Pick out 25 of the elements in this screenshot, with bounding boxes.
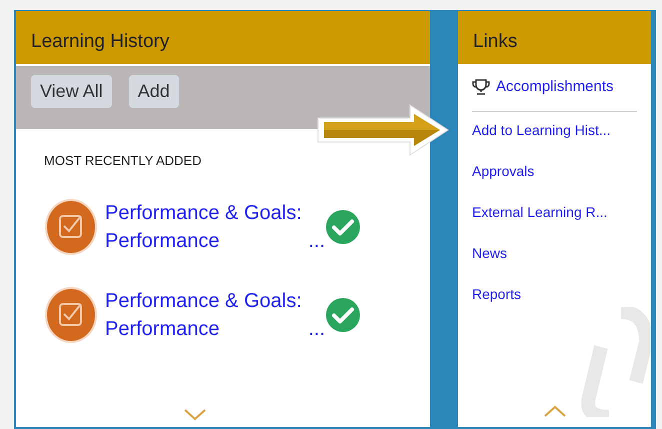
link-item[interactable]: News xyxy=(472,242,637,264)
toolbar-button[interactable]: View All xyxy=(31,75,112,108)
card-title: Learning History xyxy=(31,30,170,54)
card-title: Links xyxy=(473,30,518,54)
link-item[interactable]: Reports xyxy=(472,284,637,304)
toolbar-button[interactable]: Add xyxy=(128,75,179,108)
chevron-down-icon[interactable] xyxy=(184,409,206,421)
item-title: Performance & Goals: xyxy=(105,200,303,226)
item-subtitle: Performance xyxy=(105,316,220,342)
link-item[interactable]: Approvals xyxy=(472,160,637,182)
chevron-up-icon[interactable] xyxy=(544,405,566,417)
task-checkbox-icon xyxy=(44,286,98,344)
ellipsis: ... xyxy=(308,228,325,254)
section-label: MOST RECENTLY ADDED xyxy=(44,152,202,170)
task-checkbox-icon xyxy=(44,198,98,256)
link-item[interactable]: Add to Learning Hist... xyxy=(472,120,637,140)
item-title: Performance & Goals: xyxy=(105,288,303,314)
accomplishments-link[interactable]: Accomplishments xyxy=(496,76,614,98)
item-subtitle: Performance xyxy=(105,228,220,254)
trophy-icon xyxy=(472,79,490,96)
link-item[interactable]: External Learning R... xyxy=(472,202,637,222)
learning-item-link[interactable]: Performance & Goals: Performance ... xyxy=(105,198,325,254)
chain-link-icon xyxy=(581,307,651,417)
learning-item-link[interactable]: Performance & Goals: Performance ... xyxy=(105,286,325,342)
ellipsis: ... xyxy=(308,316,325,342)
